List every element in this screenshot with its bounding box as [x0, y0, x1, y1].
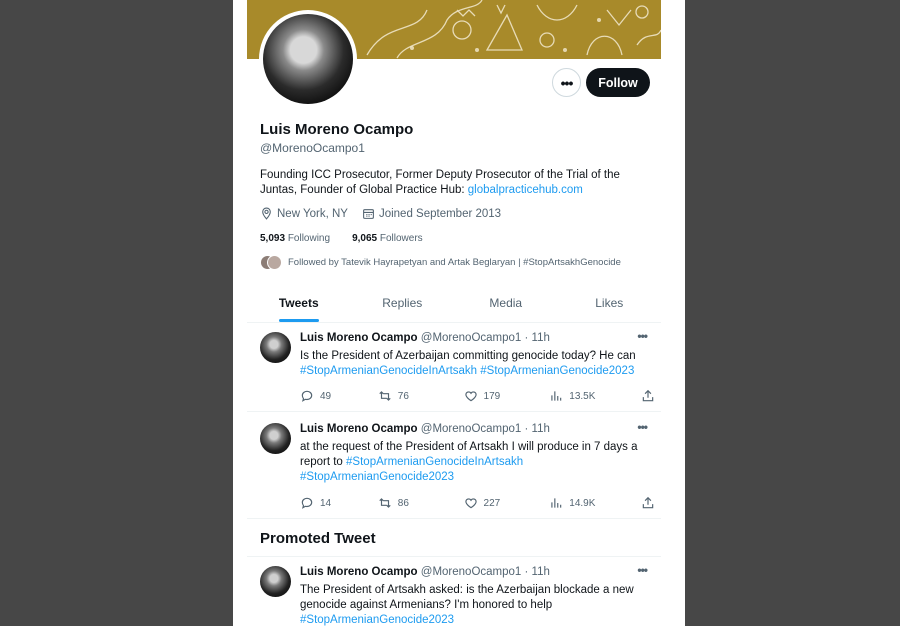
tweet-hashtags[interactable]: #StopArmenianGenocideInArtsakh #StopArme… [300, 365, 634, 377]
share-button[interactable] [641, 496, 655, 510]
promoted-heading: Promoted Tweet [260, 530, 376, 547]
tab-media[interactable]: Media [454, 288, 558, 322]
like-count: 227 [483, 497, 501, 509]
tweet-meta: @MorenoOcampo1 · 11h [420, 423, 550, 435]
profile-location: New York, NY [277, 207, 348, 220]
avatar[interactable] [260, 423, 291, 454]
tweet-text: The President of Artsakh asked: is the A… [300, 583, 655, 626]
tweet[interactable]: Luis Moreno Ocampo @MorenoOcampo1 · 11h … [247, 323, 661, 412]
tab-tweets[interactable]: Tweets [247, 288, 351, 322]
following-label: Following [287, 233, 331, 244]
views-icon [551, 391, 562, 401]
reply-button[interactable]: 49 [300, 389, 378, 403]
retweet-button[interactable]: 86 [378, 496, 464, 510]
reply-button[interactable]: 14 [300, 496, 378, 510]
tweet-text: Is the President of Azerbaijan committin… [300, 349, 655, 379]
reply-count: 49 [320, 390, 332, 402]
profile-tabs: Tweets Replies Media Likes [247, 288, 661, 323]
reply-icon [301, 390, 313, 402]
more-options-button[interactable]: ••• [552, 68, 581, 97]
followed-by-text: Followed by Tatevik Hayrapetyan and Arta… [288, 256, 621, 268]
retweet-count: 86 [397, 497, 409, 509]
more-icon[interactable]: ••• [637, 420, 648, 434]
location-icon [262, 207, 271, 220]
views-button[interactable]: 14.9K [549, 496, 641, 510]
tweet-author[interactable]: Luis Moreno Ocampo [300, 566, 418, 578]
like-icon [464, 391, 477, 402]
retweet-icon [379, 391, 391, 401]
more-icon[interactable]: ••• [637, 563, 648, 577]
share-icon [642, 496, 654, 509]
following-link[interactable]: 5,093 Following [260, 233, 330, 244]
bio-link[interactable]: globalpracticehub.com [468, 184, 583, 196]
tweet-header: Luis Moreno Ocampo @MorenoOcampo1 · 11h [300, 332, 550, 344]
retweet-button[interactable]: 76 [378, 389, 464, 403]
profile-name: Luis Moreno Ocampo [260, 121, 414, 138]
tweet-author[interactable]: Luis Moreno Ocampo [300, 332, 418, 344]
share-icon [642, 389, 654, 402]
tweet-hashtag[interactable]: #StopArmenianGenocide2023 [300, 471, 454, 483]
followed-by[interactable]: Followed by Tatevik Hayrapetyan and Arta… [260, 255, 621, 270]
tweet-text: at the request of the President of Artsa… [300, 440, 655, 485]
profile-meta: New York, NY Joined September 2013 [260, 207, 501, 220]
followers-count: 9,065 [352, 233, 378, 244]
reply-icon [301, 497, 313, 509]
reply-count: 14 [320, 497, 332, 509]
profile-joined: Joined September 2013 [378, 207, 502, 220]
view-count: 14.9K [569, 497, 596, 509]
like-count: 179 [483, 390, 501, 402]
tab-likes[interactable]: Likes [558, 288, 662, 322]
tweet-body: The President of Artsakh asked: is the A… [300, 584, 634, 611]
follow-button[interactable]: Follow [586, 68, 650, 97]
tweet-actions: 14 86 227 14.9K [300, 496, 655, 510]
follow-counts: 5,093 Following 9,065 Followers [260, 233, 423, 244]
share-button[interactable] [641, 389, 655, 403]
followers-label: Followers [379, 233, 423, 244]
more-icon: ••• [560, 74, 574, 91]
tweet-header: Luis Moreno Ocampo @MorenoOcampo1 · 11h [300, 566, 550, 578]
tweet-meta: @MorenoOcampo1 · 11h [420, 566, 550, 578]
like-icon [464, 498, 477, 509]
promoted-tweet[interactable]: Luis Moreno Ocampo @MorenoOcampo1 · 11h … [247, 557, 661, 626]
view-count: 13.5K [569, 390, 596, 402]
tweet-meta: @MorenoOcampo1 · 11h [420, 332, 550, 344]
tweet-author[interactable]: Luis Moreno Ocampo [300, 423, 418, 435]
followers-link[interactable]: 9,065 Followers [352, 233, 423, 244]
retweet-count: 76 [397, 390, 409, 402]
retweet-icon [379, 498, 391, 508]
like-button[interactable]: 179 [464, 389, 550, 403]
profile-page: ••• Follow Luis Moreno Ocampo @MorenoOca… [233, 0, 685, 626]
tweet-body: Is the President of Azerbaijan committin… [300, 350, 636, 362]
tweet-header: Luis Moreno Ocampo @MorenoOcampo1 · 11h [300, 423, 550, 435]
calendar-icon [363, 209, 374, 219]
profile-bio: Founding ICC Prosecutor, Former Deputy P… [260, 168, 640, 198]
like-button[interactable]: 227 [464, 496, 550, 510]
tweet[interactable]: Luis Moreno Ocampo @MorenoOcampo1 · 11h … [247, 414, 661, 519]
following-count: 5,093 [260, 233, 286, 244]
profile-avatar[interactable] [259, 10, 357, 108]
tweet-hashtag[interactable]: #StopArmenianGenocideInArtsakh [346, 456, 523, 468]
more-icon[interactable]: ••• [637, 329, 648, 343]
tab-replies[interactable]: Replies [351, 288, 455, 322]
profile-photo [263, 14, 353, 104]
avatar[interactable] [260, 332, 291, 363]
tweet-actions: 49 76 179 13.5K [300, 389, 655, 403]
profile-handle: @MorenoOcampo1 [260, 141, 365, 155]
views-button[interactable]: 13.5K [549, 389, 641, 403]
avatar[interactable] [260, 566, 291, 597]
tweet-hashtag[interactable]: #StopArmenianGenocide2023 [300, 614, 454, 626]
avatar [267, 255, 282, 270]
views-icon [551, 498, 562, 508]
follower-avatars [260, 255, 282, 270]
